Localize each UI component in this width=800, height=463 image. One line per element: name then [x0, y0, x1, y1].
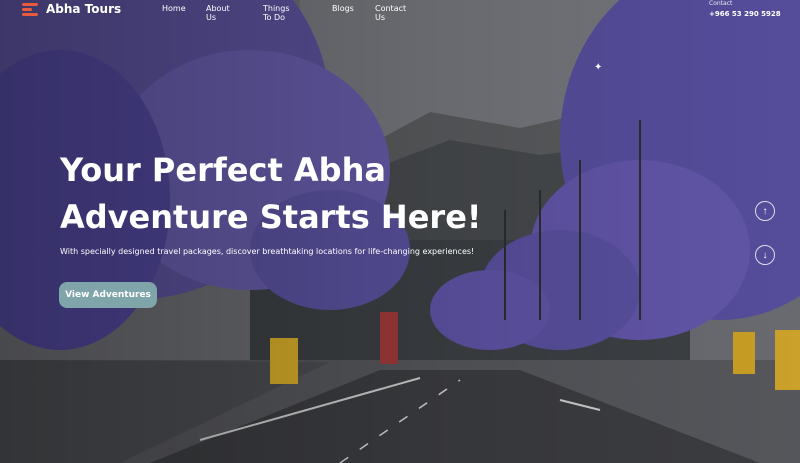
nav-about-us[interactable]: About Us — [206, 4, 230, 22]
hero-title: Your Perfect Abha Adventure Starts Here! — [60, 147, 481, 241]
hero-subtitle: With specially designed travel packages,… — [60, 247, 475, 256]
arrow-up-icon[interactable]: ↑ — [755, 201, 775, 221]
sparkle-icon: ✦ — [594, 62, 603, 73]
top-navigation: Abha Tours Home About Us Things To Do Bl… — [0, 0, 800, 22]
arrow-down-icon[interactable]: ↓ — [755, 245, 775, 265]
brand-name: Abha Tours — [46, 2, 122, 16]
hero-title-line-2: Adventure Starts Here! — [60, 198, 482, 236]
view-adventures-button[interactable]: View Adventures — [59, 282, 157, 308]
nav-home[interactable]: Home — [162, 4, 186, 13]
nav-things-to-do[interactable]: Things To Do — [263, 4, 290, 22]
hero-title-line-1: Your Perfect Abha — [60, 151, 386, 189]
contact-label: Contact — [709, 0, 733, 7]
contact-phone[interactable]: +966 53 290 5928 — [709, 10, 781, 18]
contact-info: Contact +966 53 290 5928 — [709, 0, 781, 18]
brand-logo-icon — [22, 2, 40, 16]
nav-blogs[interactable]: Blogs — [332, 4, 354, 13]
brand[interactable]: Abha Tours — [22, 2, 121, 16]
hero-section: Abha Tours Home About Us Things To Do Bl… — [0, 0, 800, 463]
nav-contact-us[interactable]: Contact Us — [375, 4, 406, 22]
